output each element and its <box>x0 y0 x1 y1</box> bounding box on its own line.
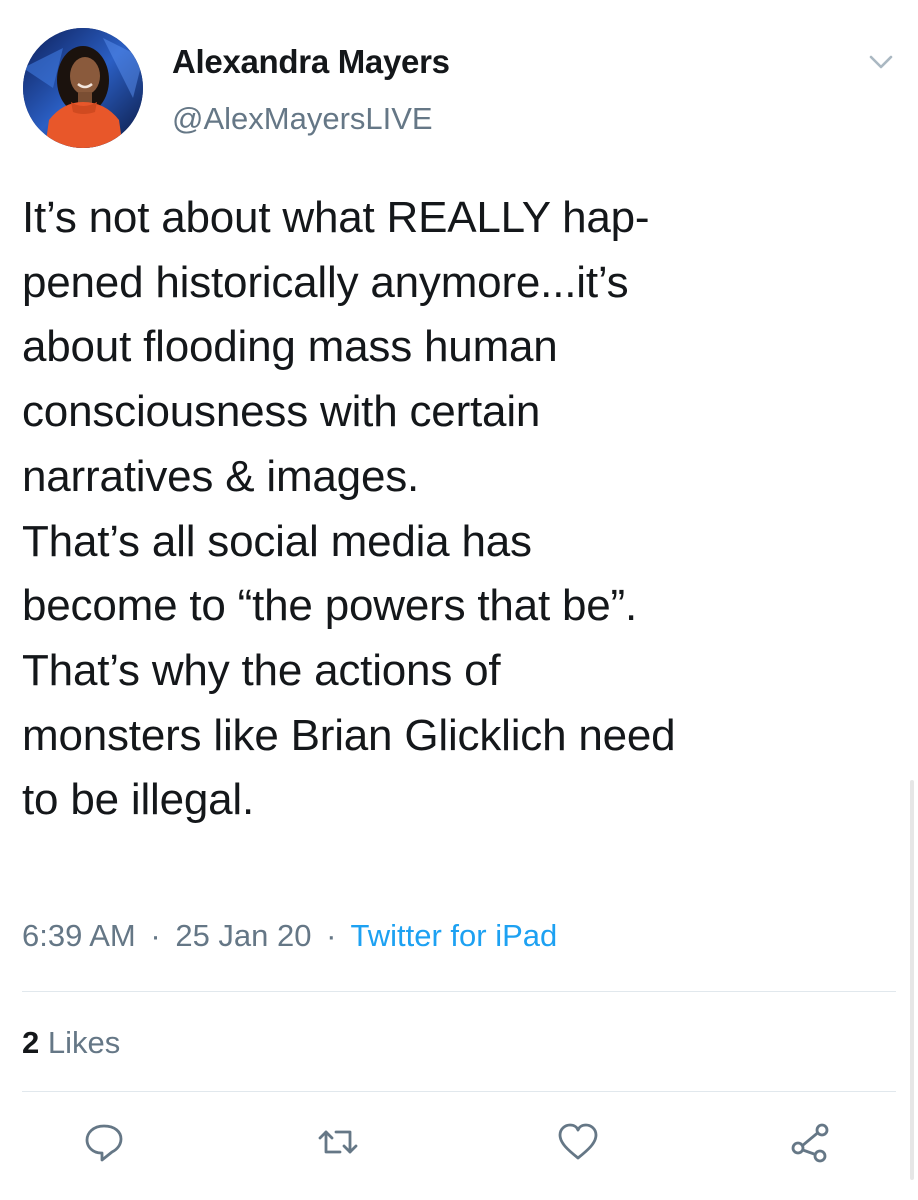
tweet-metadata: 6:39 AM · 25 Jan 20 · Twitter for iPad <box>22 918 557 954</box>
tweet-line: That’s why the actions of <box>22 645 501 695</box>
tweet-line: narratives & images. <box>22 451 420 501</box>
chevron-down-icon[interactable] <box>868 50 894 74</box>
tweet-line: That’s all social media has <box>22 516 532 566</box>
author-display-name[interactable]: Alexandra Mayers <box>172 43 450 81</box>
tweet-line: to be illegal. <box>22 775 255 825</box>
scrollbar[interactable] <box>910 780 914 1180</box>
tweet-date[interactable]: 25 Jan 20 <box>175 918 311 953</box>
avatar-image <box>23 28 143 148</box>
likes-stat[interactable]: 2 Likes <box>22 1025 120 1061</box>
author-avatar[interactable] <box>23 28 143 148</box>
retweet-icon[interactable] <box>314 1118 362 1166</box>
tweet-card: Alexandra Mayers @AlexMayersLIVE It’s no… <box>0 0 918 1200</box>
tweet-line: It’s not about what REALLY hap- <box>22 193 650 242</box>
reply-icon[interactable] <box>80 1118 128 1166</box>
tweet-time[interactable]: 6:39 AM <box>22 918 136 953</box>
tweet-line: consciousness with certain <box>22 387 541 437</box>
tweet-line: monsters like Brian Glicklich need <box>22 710 676 760</box>
share-icon[interactable] <box>786 1118 834 1166</box>
tweet-source-link[interactable]: Twitter for iPad <box>351 918 558 953</box>
tweet-line: pened historically anymore...it’s <box>22 257 629 307</box>
divider <box>22 1091 896 1092</box>
tweet-line: become to “the powers that be”. <box>22 581 638 631</box>
divider <box>22 991 896 992</box>
meta-separator: · <box>326 918 337 953</box>
likes-count: 2 <box>22 1025 40 1060</box>
heart-icon[interactable] <box>554 1118 602 1166</box>
tweet-line: about flooding mass human <box>22 322 558 372</box>
likes-label: Likes <box>47 1025 121 1060</box>
meta-separator: · <box>150 918 161 953</box>
tweet-body: It’s not about what REALLY hap- pened hi… <box>22 186 902 833</box>
author-handle[interactable]: @AlexMayersLIVE <box>172 101 433 137</box>
